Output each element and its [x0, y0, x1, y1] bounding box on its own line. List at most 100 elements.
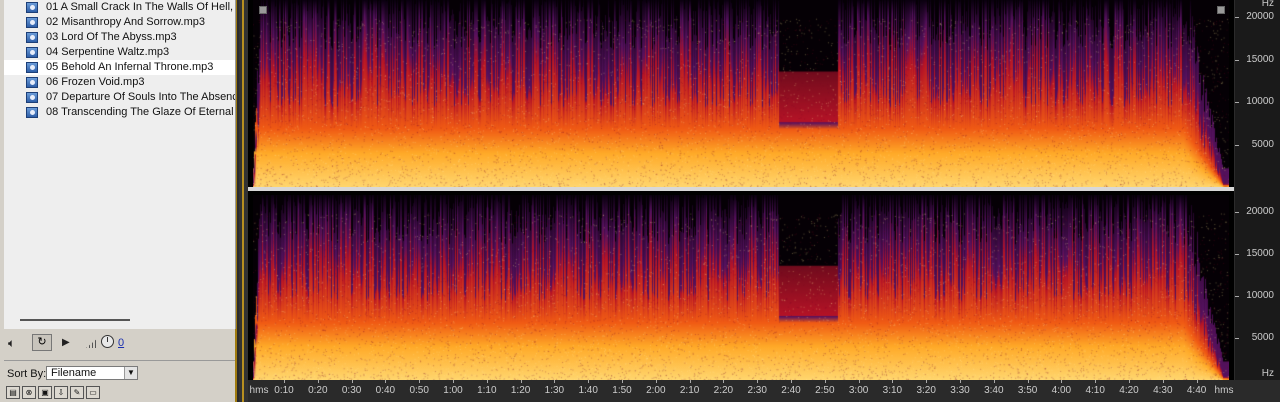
frequency-tick	[1235, 59, 1239, 61]
time-tick-label: 4:30	[1153, 385, 1173, 396]
file-name: 01 A Small Crack In The Walls Of Hell, T…	[46, 1, 235, 13]
time-tick-label: 4:10	[1085, 385, 1105, 396]
time-tick	[993, 380, 995, 383]
file-name: 02 Misanthropy And Sorrow.mp3	[46, 16, 205, 28]
divider	[4, 360, 235, 361]
edit-file-button[interactable]: ▣	[38, 386, 52, 399]
import-file-button[interactable]: ▤	[6, 386, 20, 399]
view-file-list-button[interactable]: ▭	[86, 386, 100, 399]
file-list-item[interactable]: 05 Behold An Infernal Throne.mp3	[4, 60, 235, 75]
frequency-tick-label: 5000	[1251, 138, 1274, 150]
zoom-corner-right-icon[interactable]	[1217, 6, 1225, 14]
time-tick	[689, 380, 691, 383]
time-tick	[858, 380, 860, 383]
right-channel-spectrogram[interactable]	[253, 195, 1229, 380]
file-list-item[interactable]: 01 A Small Crack In The Walls Of Hell, T…	[4, 0, 235, 15]
time-tick-label: 4:40	[1186, 385, 1207, 396]
channel-separator	[248, 187, 1234, 191]
frequency-tick	[1235, 102, 1239, 103]
zoom-corner-left-icon[interactable]	[259, 6, 267, 14]
files-panel: 01 A Small Crack In The Walls Of Hell, T…	[0, 0, 237, 402]
frequency-tick-label: 10000	[1246, 96, 1274, 107]
time-tick-label: 0:50	[409, 385, 429, 396]
time-tick	[892, 380, 894, 383]
file-name: 08 Transcending The Glaze Of Eternal Hel…	[46, 106, 235, 118]
audio-file-icon	[26, 62, 38, 73]
file-list[interactable]: 01 A Small Crack In The Walls Of Hell, T…	[4, 0, 236, 329]
time-tick	[1162, 380, 1164, 383]
insert-into-multitrack-button[interactable]: ⇩	[54, 386, 68, 399]
time-tick-label: 0:40	[375, 385, 396, 396]
sort-by-select[interactable]: Filename ▼	[46, 366, 138, 380]
time-tick	[453, 380, 454, 383]
frequency-tick	[1235, 211, 1239, 213]
time-tick	[1196, 380, 1198, 383]
time-ruler[interactable]: hms hms 0:10 0:20 0:30 0:40 0:50 1:00 1:10 1:20…	[248, 380, 1280, 402]
time-tick	[1061, 380, 1063, 383]
file-list-item[interactable]: 08 Transcending The Glaze Of Eternal Hel…	[4, 105, 235, 120]
file-list-item[interactable]: 06 Frozen Void.mp3	[4, 75, 235, 90]
time-tick-label: 1:50	[612, 385, 632, 396]
time-tick-label: 1:30	[544, 385, 565, 396]
time-tick	[419, 380, 421, 383]
file-list-item[interactable]: 03 Lord Of The Abyss.mp3	[4, 30, 235, 45]
time-unit-label-end: hms	[1214, 385, 1234, 396]
time-tick	[926, 380, 928, 383]
file-name: 06 Frozen Void.mp3	[46, 76, 145, 88]
file-list-item[interactable]: 07 Departure Of Souls Into The Absence.m…	[4, 90, 235, 105]
time-tick-label: 0:30	[341, 385, 362, 396]
time-tick-label: 2:00	[646, 385, 666, 396]
volume-meter-icon	[86, 338, 98, 348]
frequency-tick	[1235, 17, 1239, 18]
time-tick-label: 2:30	[747, 385, 767, 396]
time-tick	[824, 380, 826, 383]
file-list-item[interactable]: 04 Serpentine Waltz.mp3	[4, 45, 235, 60]
speaker-icon[interactable]: 🔈︎	[8, 336, 15, 351]
frequency-tick-label: 15000	[1246, 53, 1274, 65]
time-tick-label: 3:50	[1017, 385, 1038, 396]
time-tick-label: 2:20	[713, 385, 734, 396]
close-file-button[interactable]: ⊗	[22, 386, 36, 399]
preview-transport: 🔈︎ ↻ ▶ 0	[4, 333, 235, 357]
time-unit-label: hms	[249, 385, 269, 396]
time-tick-label: 1:40	[578, 385, 598, 396]
time-tick	[622, 380, 623, 383]
time-tick	[351, 380, 353, 383]
volume-value[interactable]: 0	[118, 337, 124, 349]
loop-button[interactable]: ↻	[32, 334, 52, 351]
time-tick-label: 0:20	[308, 385, 328, 396]
play-button[interactable]: ▶	[62, 337, 70, 348]
time-tick-label: 2:50	[815, 385, 835, 396]
left-channel-spectrogram[interactable]	[253, 0, 1229, 187]
time-tick-label: 1:20	[510, 385, 531, 396]
frequency-tick-label: 15000	[1246, 247, 1274, 259]
frequency-tick-label: 10000	[1246, 289, 1274, 301]
panel-splitter[interactable]	[239, 0, 248, 402]
audio-file-icon	[26, 77, 38, 88]
time-tick-label: 3:10	[882, 385, 903, 396]
audio-file-icon	[26, 107, 38, 118]
time-tick-label: 4:00	[1051, 385, 1072, 396]
file-name: 05 Behold An Infernal Throne.mp3	[46, 61, 214, 73]
frequency-tick	[1235, 144, 1239, 146]
horizontal-scrollbar[interactable]	[20, 319, 130, 321]
chevron-down-icon: ▼	[124, 367, 137, 379]
spectral-display[interactable]	[248, 0, 1234, 380]
volume-knob[interactable]	[101, 335, 114, 348]
sort-by-label: Sort By:	[7, 368, 47, 380]
time-tick	[554, 380, 556, 383]
time-tick	[520, 380, 522, 383]
frequency-tick-label: 20000	[1246, 205, 1274, 217]
time-tick	[1027, 380, 1029, 383]
time-tick-label: 0:10	[274, 385, 294, 396]
time-tick	[791, 380, 792, 383]
time-tick	[1095, 380, 1097, 383]
frequency-unit-label: Hz	[1261, 0, 1274, 9]
loop-icon: ↻	[37, 336, 47, 348]
frequency-tick	[1235, 253, 1239, 255]
audio-file-icon	[26, 2, 38, 13]
time-tick-label: 3:20	[916, 385, 936, 396]
show-hide-options-button[interactable]: ✎	[70, 386, 84, 399]
audio-file-icon	[26, 92, 38, 103]
file-list-item[interactable]: 02 Misanthropy And Sorrow.mp3	[4, 15, 235, 30]
